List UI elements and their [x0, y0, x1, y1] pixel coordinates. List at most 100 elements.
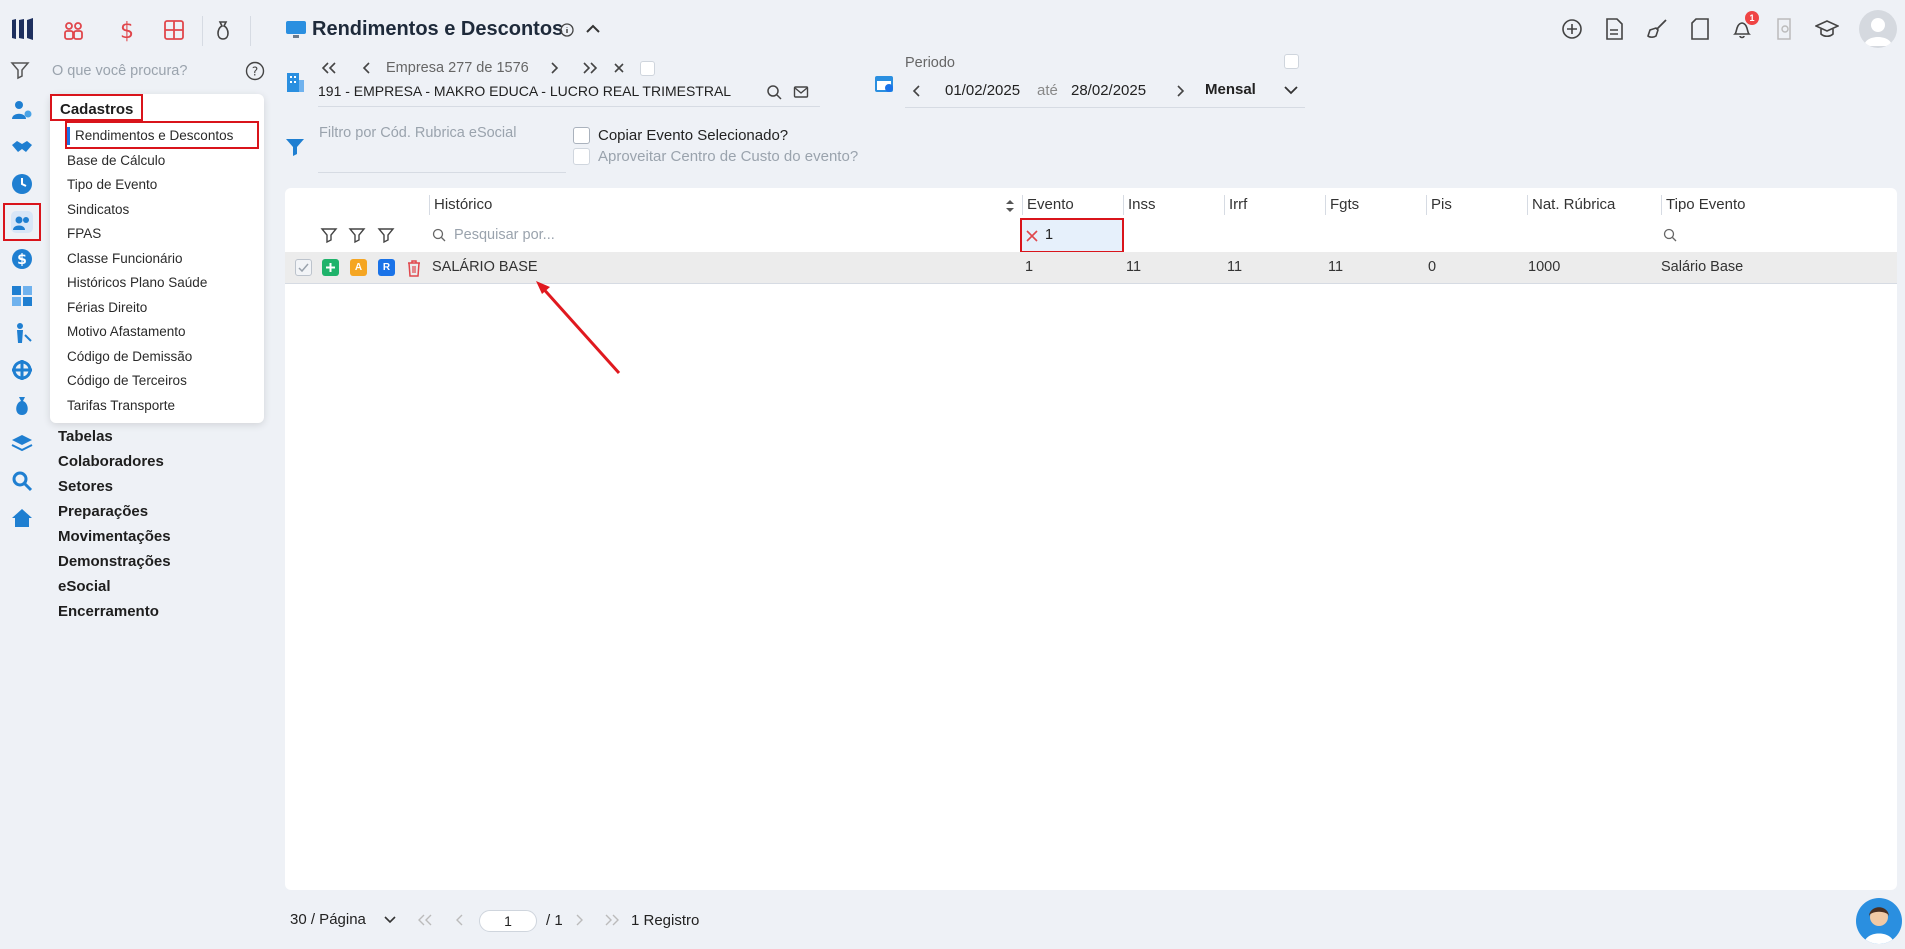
period-start[interactable]: 01/02/2025: [945, 82, 1020, 99]
first-page-icon[interactable]: [417, 914, 433, 926]
money-bag-icon[interactable]: [10, 394, 34, 418]
broom-icon[interactable]: [1646, 18, 1668, 40]
handshake-icon[interactable]: [10, 135, 34, 159]
last-company-icon[interactable]: [581, 61, 599, 75]
info-icon[interactable]: [560, 23, 574, 37]
menu-item-sindicatos[interactable]: Sindicatos: [67, 202, 129, 217]
avatar[interactable]: [1859, 10, 1897, 48]
column-header-evento[interactable]: Evento: [1027, 196, 1074, 213]
clear-company-icon[interactable]: [613, 62, 625, 74]
first-company-icon[interactable]: [320, 61, 338, 75]
home-icon[interactable]: [10, 506, 34, 530]
filter-outline-icon[interactable]: [348, 226, 366, 244]
prev-page-icon[interactable]: [455, 914, 465, 926]
menu-item-tarifas-transporte[interactable]: Tarifas Transporte: [67, 398, 175, 413]
menu-movimentacoes[interactable]: Movimentações: [58, 528, 171, 545]
document-icon[interactable]: [1604, 18, 1624, 40]
dollar-icon[interactable]: $: [10, 247, 34, 271]
column-header-historico[interactable]: Histórico: [434, 196, 492, 213]
dollar-module-icon[interactable]: $: [115, 18, 143, 46]
next-period-icon[interactable]: [1175, 84, 1187, 98]
period-mode-select[interactable]: Mensal: [1205, 81, 1256, 98]
prev-company-icon[interactable]: [360, 61, 372, 75]
replicate-row-badge[interactable]: R: [378, 259, 395, 276]
network-icon[interactable]: [10, 358, 34, 382]
menu-demonstracoes[interactable]: Demonstrações: [58, 553, 171, 570]
period-end[interactable]: 28/02/2025: [1071, 82, 1146, 99]
menu-item-codigo-demissao[interactable]: Código de Demissão: [67, 349, 192, 364]
icon-rail: $: [0, 0, 44, 949]
menu-tabelas[interactable]: Tabelas: [58, 428, 113, 445]
menu-item-motivo-afastamento[interactable]: Motivo Afastamento: [67, 324, 186, 339]
clock-icon[interactable]: [10, 172, 34, 196]
rubrica-esocial-filter-input[interactable]: Filtro por Cód. Rubrica eSocial: [319, 125, 516, 141]
money-bag-module-icon[interactable]: [211, 18, 239, 46]
menu-item-historicos-plano-saude[interactable]: Históricos Plano Saúde: [67, 275, 207, 290]
column-header-inss[interactable]: Inss: [1128, 196, 1156, 213]
search-company-icon[interactable]: [766, 84, 782, 100]
column-header-irrf[interactable]: Irrf: [1229, 196, 1247, 213]
next-company-icon[interactable]: [549, 61, 561, 75]
last-page-icon[interactable]: [604, 914, 620, 926]
menu-item-tipo-evento[interactable]: Tipo de Evento: [67, 177, 157, 192]
chevron-down-icon[interactable]: [383, 915, 397, 925]
column-header-fgts[interactable]: Fgts: [1330, 196, 1359, 213]
menu-item-base-calculo[interactable]: Base de Cálculo: [67, 153, 165, 168]
next-page-icon[interactable]: [574, 914, 584, 926]
period-checkbox[interactable]: [1284, 54, 1299, 69]
filter-outline-icon[interactable]: [320, 226, 338, 244]
menu-colaboradores[interactable]: Colaboradores: [58, 453, 164, 470]
menu-item-fpas[interactable]: FPAS: [67, 226, 101, 241]
chevron-up-icon[interactable]: [585, 22, 601, 36]
filter-outline-icon[interactable]: [377, 226, 395, 244]
add-circle-icon[interactable]: [1561, 18, 1583, 40]
chevron-down-icon[interactable]: [1283, 84, 1299, 96]
menu-preparacoes[interactable]: Preparações: [58, 503, 148, 520]
company-checkbox[interactable]: [640, 61, 655, 76]
global-search-input[interactable]: O que você procura?: [52, 63, 187, 79]
notes-icon[interactable]: [1690, 18, 1710, 40]
menu-setores[interactable]: Setores: [58, 478, 113, 495]
menu-esocial[interactable]: eSocial: [58, 578, 111, 595]
column-header-tipo-evento[interactable]: Tipo Evento: [1666, 196, 1746, 213]
alter-row-badge[interactable]: A: [350, 259, 367, 276]
help-icon[interactable]: ?: [245, 61, 265, 81]
row-checkbox[interactable]: [295, 259, 312, 276]
column-header-nat-rubrica[interactable]: Nat. Rúbrica: [1532, 196, 1615, 213]
user-settings-icon[interactable]: [10, 98, 34, 122]
menu-encerramento[interactable]: Encerramento: [58, 603, 159, 620]
company-of-label: de: [476, 60, 493, 76]
graduation-cap-icon[interactable]: [1815, 18, 1839, 40]
sort-icon[interactable]: [1004, 198, 1016, 214]
calendar-icon[interactable]: [873, 72, 895, 94]
people-module-icon[interactable]: [62, 18, 90, 46]
mail-icon[interactable]: [793, 84, 809, 100]
layers-icon[interactable]: [10, 432, 34, 456]
svg-text:$: $: [17, 252, 27, 268]
add-row-icon[interactable]: [322, 259, 339, 276]
historico-search-input[interactable]: Pesquisar por...: [454, 227, 555, 243]
calculator-module-icon[interactable]: [162, 18, 190, 46]
page-input[interactable]: 1: [479, 910, 537, 932]
filter-icon[interactable]: [10, 60, 34, 84]
assistant-avatar[interactable]: [1856, 898, 1902, 944]
prev-period-icon[interactable]: [910, 84, 922, 98]
reuse-cost-center-checkbox[interactable]: [573, 148, 590, 165]
person-arrow-icon[interactable]: [10, 321, 34, 345]
search-icon[interactable]: [10, 469, 34, 493]
filter-funnel-icon[interactable]: [284, 136, 306, 158]
menu-item-codigo-terceiros[interactable]: Código de Terceiros: [67, 373, 187, 388]
menu-item-ferias-direito[interactable]: Férias Direito: [67, 300, 147, 315]
search-document-icon[interactable]: [1775, 18, 1795, 40]
cell-nat-rubrica: 1000: [1528, 259, 1561, 275]
copy-event-checkbox[interactable]: [573, 127, 590, 144]
per-page-select[interactable]: 30 / Página: [290, 911, 366, 928]
menu-item-classe-funcionario[interactable]: Classe Funcionário: [67, 251, 183, 266]
trash-icon[interactable]: [406, 259, 422, 277]
search-icon[interactable]: [1663, 228, 1677, 242]
app-logo[interactable]: [10, 17, 36, 41]
cell-irrf: 11: [1227, 259, 1243, 275]
calculator-icon[interactable]: [10, 284, 34, 308]
column-header-pis[interactable]: Pis: [1431, 196, 1452, 213]
period-until-label: até: [1037, 82, 1058, 99]
